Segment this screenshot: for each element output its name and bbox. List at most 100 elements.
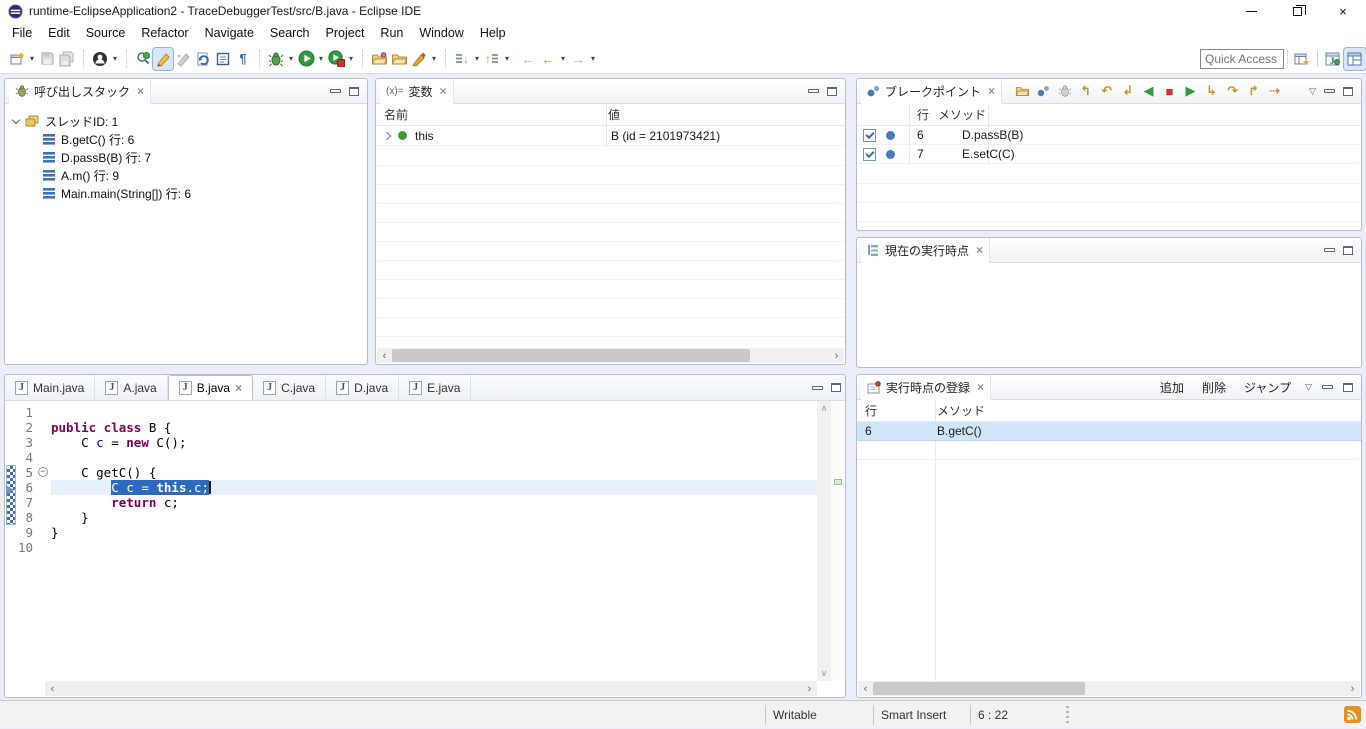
close-tab-icon[interactable]: × [977,380,984,394]
debug-disabled-icon[interactable] [1054,81,1075,101]
stack-frame-row[interactable]: B.getC() 行: 6 [43,130,367,148]
step-into-icon[interactable]: ↳ [1201,81,1222,101]
last-edit-location-icon[interactable]: ← [518,48,538,70]
inspect-icon[interactable] [133,48,153,70]
cursor-position-status[interactable]: 6 : 22 [978,701,1008,729]
next-annotation-icon[interactable]: ↓ [452,48,472,70]
minimize-view-icon[interactable] [1324,248,1335,252]
column-line[interactable]: 行 [857,106,928,123]
scroll-left-icon[interactable]: ‹ [858,683,873,695]
highlight-pen-icon[interactable] [153,48,173,70]
column-value[interactable]: 値 [598,106,620,123]
maximize-view-icon[interactable] [1343,87,1353,96]
delete-button[interactable]: 削除 [1198,379,1230,396]
resume-backward-icon[interactable]: ◀ [1138,81,1159,101]
code-text[interactable]: return c; [51,495,817,510]
fold-ruler[interactable] [37,435,51,450]
fold-ruler[interactable]: − [37,465,51,480]
close-tab-icon[interactable]: × [235,381,242,395]
step-over-icon[interactable]: ↷ [1222,81,1243,101]
fold-collapse-icon[interactable]: − [38,467,48,477]
save-all-icon[interactable] [57,48,77,70]
user-account-icon[interactable] [90,48,110,70]
previous-annotation-icon[interactable]: ↑ [482,48,502,70]
column-line[interactable]: 行 [857,402,927,419]
menu-refactor[interactable]: Refactor [133,24,196,42]
editor-vscrollbar[interactable]: ∧ ∨ [817,401,831,681]
code-text[interactable] [51,450,817,465]
back-dropdown-icon[interactable]: ▾ [558,54,568,63]
maximize-view-icon[interactable] [827,87,837,96]
step-back-return-icon[interactable]: ↲ [1117,81,1138,101]
code-editor[interactable]: 12public class B {3 C c = new C();45− C … [5,401,817,681]
console-icon[interactable] [213,48,233,70]
step-back-over-icon[interactable]: ↶ [1096,81,1117,101]
column-method[interactable]: メソッド [927,402,985,419]
close-window-button[interactable]: × [1320,0,1366,22]
tab-currentpoint[interactable]: 現在の実行時点 × [861,238,990,263]
annotate-pen-disabled-icon[interactable] [173,48,193,70]
scroll-down-icon[interactable]: ∨ [821,668,828,679]
tab-e-java[interactable]: J E.java [399,375,471,400]
tab-a-java[interactable]: J A.java [95,375,167,400]
overview-ruler[interactable] [831,401,845,681]
code-line[interactable]: 6 C c = this.c; [5,480,817,495]
scroll-thumb[interactable] [392,349,750,362]
code-text[interactable] [51,540,817,555]
tab-main-java[interactable]: J Main.java [5,375,95,400]
tab-b-java[interactable]: J B.java × [168,375,253,400]
fold-ruler[interactable] [37,525,51,540]
marker-dropdown-icon[interactable]: ▾ [429,54,439,63]
statusbar-grip[interactable] [1066,706,1069,724]
code-text[interactable] [51,405,817,420]
tab-breakpoints[interactable]: ブレークポイント × [861,79,1002,104]
column-method[interactable]: メソッド [928,106,986,123]
new-dropdown-icon[interactable]: ▾ [27,54,37,63]
menu-run[interactable]: Run [372,24,411,42]
debug-icon[interactable] [266,48,286,70]
code-text[interactable]: public class B { [51,420,817,435]
back-icon[interactable]: ← [538,48,558,70]
user-dropdown-icon[interactable]: ▾ [110,54,120,63]
fold-ruler[interactable] [37,480,51,495]
open-trace-icon[interactable] [1012,81,1033,101]
menu-navigate[interactable]: Navigate [197,24,262,42]
variables-hscrollbar[interactable]: ‹ › [377,348,844,363]
expand-chevron-icon[interactable] [12,115,20,123]
debug-dropdown-icon[interactable]: ▾ [286,54,296,63]
code-line[interactable]: 9} [5,525,817,540]
close-tab-icon[interactable]: × [440,84,447,98]
fold-ruler[interactable] [37,450,51,465]
fold-ruler[interactable] [37,405,51,420]
menu-edit[interactable]: Edit [40,24,78,42]
open-folder-icon[interactable] [389,48,409,70]
code-text[interactable]: C getC() { [51,465,817,480]
next-annotation-dropdown-icon[interactable]: ▾ [472,54,482,63]
scroll-up-icon[interactable]: ∧ [821,403,828,414]
forward-dropdown-icon[interactable]: ▾ [588,54,598,63]
news-feed-icon[interactable] [1344,706,1361,723]
stack-frame-row[interactable]: D.passB(B) 行: 7 [43,148,367,166]
code-line[interactable]: 4 [5,450,817,465]
code-text[interactable]: } [51,525,817,540]
minimize-view-icon[interactable] [330,89,341,93]
scroll-thumb[interactable] [873,682,1085,695]
tab-variables[interactable]: (x)= 変数 × [380,79,454,104]
profile-dropdown-icon[interactable]: ▾ [346,54,356,63]
scroll-left-icon[interactable]: ‹ [377,350,392,362]
show-whitespace-icon[interactable]: ¶ [233,48,253,70]
maximize-view-icon[interactable] [831,383,841,392]
scroll-left-icon[interactable]: ‹ [45,683,60,695]
quick-access-input[interactable] [1200,49,1284,69]
regpoint-row-selected[interactable]: 6 B.getC() [857,422,1361,441]
callstack-thread-row[interactable]: スレッドID: 1 [13,112,367,130]
stop-icon[interactable]: ■ [1159,81,1180,101]
close-tab-icon[interactable]: × [976,243,983,257]
menu-help[interactable]: Help [472,24,514,42]
minimize-view-icon[interactable] [808,89,819,93]
stack-frame-row[interactable]: Main.main(String[]) 行: 6 [43,184,367,202]
code-line[interactable]: 7 return c; [5,495,817,510]
minimize-window-button[interactable] [1228,0,1274,22]
tab-callstack[interactable]: 呼び出しスタック × [9,79,151,104]
marker-pen-icon[interactable] [409,48,429,70]
